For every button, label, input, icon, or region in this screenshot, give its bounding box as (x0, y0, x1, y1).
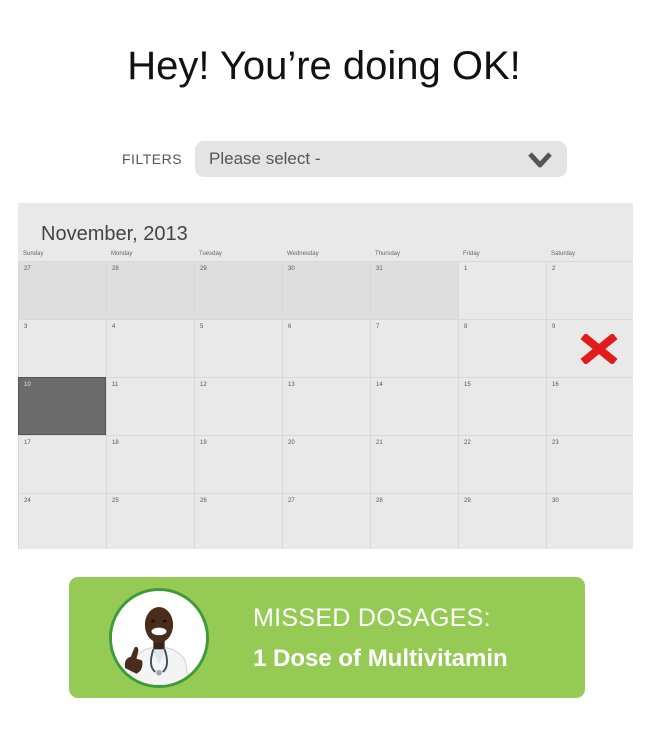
calendar-day-cell[interactable]: 29 (194, 261, 282, 319)
calendar-day-cell[interactable]: 7 (370, 319, 458, 377)
chevron-down-icon (528, 152, 552, 168)
calendar-day-number: 30 (552, 498, 559, 504)
calendar-day-number: 6 (288, 324, 292, 330)
calendar-day-number: 31 (376, 266, 383, 272)
calendar-day-cell[interactable]: 28 (106, 261, 194, 319)
calendar-day-number: 15 (464, 382, 471, 388)
calendar-day-cell[interactable]: 15 (458, 377, 546, 435)
calendar-day-cell[interactable]: 30 (546, 493, 633, 549)
filters-label: FILTERS (122, 151, 183, 167)
calendar-day-number: 14 (376, 382, 383, 388)
calendar-day-cell[interactable]: 10 (18, 377, 106, 435)
day-header-sunday: Sunday (23, 251, 44, 257)
calendar-day-cell[interactable]: 5 (194, 319, 282, 377)
calendar-day-cell[interactable]: 30 (282, 261, 370, 319)
filters-select-value: Please select - (209, 149, 321, 168)
doctor-avatar-icon (109, 588, 209, 688)
calendar-day-cell[interactable]: 13 (282, 377, 370, 435)
calendar-day-cell[interactable]: 1 (458, 261, 546, 319)
day-header-wednesday: Wednesday (287, 251, 319, 257)
calendar-day-number: 12 (200, 382, 207, 388)
calendar-day-number: 16 (552, 382, 559, 388)
calendar-day-number: 10 (24, 382, 31, 388)
calendar-day-number: 23 (552, 440, 559, 446)
page-headline: Hey! You’re doing OK! (127, 44, 521, 88)
calendar-day-number: 7 (376, 324, 380, 330)
day-header-monday: Monday (111, 251, 133, 257)
calendar-day-number: 27 (288, 498, 295, 504)
calendar-day-number: 30 (288, 266, 295, 272)
calendar-day-number: 19 (200, 440, 207, 446)
calendar-day-number: 20 (288, 440, 295, 446)
calendar-day-number: 9 (552, 324, 556, 330)
day-header-thursday: Thursday (375, 251, 401, 257)
calendar-day-number: 2 (552, 266, 556, 272)
calendar-day-number: 11 (112, 382, 119, 388)
calendar-day-cell[interactable]: 27 (18, 261, 106, 319)
calendar-day-number: 28 (376, 498, 383, 504)
calendar-day-number: 18 (112, 440, 119, 446)
calendar-day-cell[interactable]: 18 (106, 435, 194, 493)
missed-dosages-panel: MISSED DOSAGES: 1 Dose of Multivitamin (69, 577, 585, 698)
day-header-friday: Friday (463, 251, 480, 257)
calendar-day-cell[interactable]: 3 (18, 319, 106, 377)
calendar-day-cell[interactable]: 9 (546, 319, 633, 377)
calendar-day-cell[interactable]: 25 (106, 493, 194, 549)
calendar-day-number: 25 (112, 498, 119, 504)
calendar-grid: 27 28 29 30 31 1 2 3 4 5 6 7 8 9 10 11 12 13 14 15 16 17 18 19 2… (18, 261, 633, 549)
calendar-day-cell[interactable]: 6 (282, 319, 370, 377)
calendar-day-cell[interactable]: 12 (194, 377, 282, 435)
calendar: November, 2013 Sunday Monday Tuesday Wed… (18, 203, 633, 549)
calendar-day-cell[interactable]: 20 (282, 435, 370, 493)
missed-dosages-title: MISSED DOSAGES: (253, 604, 491, 632)
missed-dose-x-icon (580, 334, 618, 364)
calendar-day-cell[interactable]: 23 (546, 435, 633, 493)
calendar-day-cell[interactable]: 21 (370, 435, 458, 493)
calendar-day-cell[interactable]: 17 (18, 435, 106, 493)
calendar-day-number: 4 (112, 324, 116, 330)
calendar-day-cell[interactable]: 28 (370, 493, 458, 549)
calendar-day-cell[interactable]: 24 (18, 493, 106, 549)
calendar-day-number: 29 (200, 266, 207, 272)
calendar-day-number: 22 (464, 440, 471, 446)
calendar-day-number: 13 (288, 382, 295, 388)
calendar-day-number: 21 (376, 440, 383, 446)
day-header-saturday: Saturday (551, 251, 576, 257)
calendar-day-number: 1 (464, 266, 468, 272)
calendar-day-cell[interactable]: 31 (370, 261, 458, 319)
calendar-day-number: 27 (24, 266, 31, 272)
calendar-day-number: 24 (24, 498, 31, 504)
calendar-month-title: November, 2013 (41, 223, 188, 245)
calendar-day-cell[interactable]: 27 (282, 493, 370, 549)
calendar-day-number: 8 (464, 324, 468, 330)
calendar-day-number: 28 (112, 266, 119, 272)
calendar-day-number: 26 (200, 498, 207, 504)
calendar-day-cell[interactable]: 22 (458, 435, 546, 493)
calendar-day-cell[interactable]: 16 (546, 377, 633, 435)
calendar-day-cell[interactable]: 8 (458, 319, 546, 377)
calendar-day-cell[interactable]: 29 (458, 493, 546, 549)
calendar-day-number: 17 (24, 440, 31, 446)
calendar-day-cell[interactable]: 19 (194, 435, 282, 493)
calendar-day-cell[interactable]: 26 (194, 493, 282, 549)
calendar-day-cell[interactable]: 2 (546, 261, 633, 319)
calendar-day-cell[interactable]: 14 (370, 377, 458, 435)
calendar-day-cell[interactable]: 4 (106, 319, 194, 377)
calendar-day-number: 3 (24, 324, 28, 330)
calendar-day-number: 29 (464, 498, 471, 504)
filters-select[interactable]: Please select - (195, 141, 567, 177)
missed-dosages-detail: 1 Dose of Multivitamin (253, 645, 508, 672)
calendar-day-number: 5 (200, 324, 204, 330)
calendar-day-headers: Sunday Monday Tuesday Wednesday Thursday… (18, 251, 633, 261)
day-header-tuesday: Tuesday (199, 251, 222, 257)
calendar-day-cell[interactable]: 11 (106, 377, 194, 435)
